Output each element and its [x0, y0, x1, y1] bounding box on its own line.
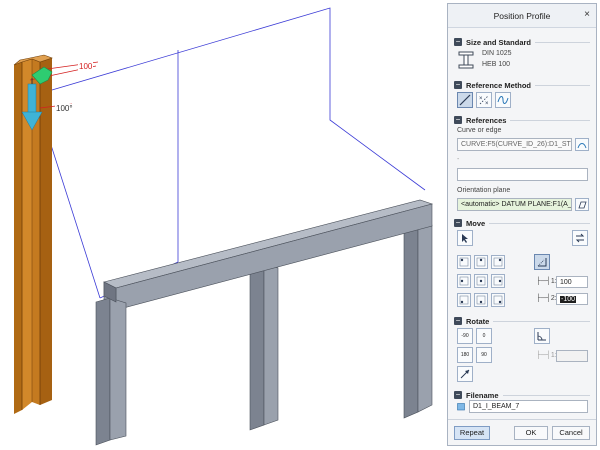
rotate-90-button[interactable]: 90	[476, 347, 492, 363]
section-heading: Move	[466, 218, 486, 228]
anchor-top-right-icon[interactable]	[491, 255, 505, 269]
dialog-titlebar[interactable]: Position Profile ×	[448, 4, 596, 28]
dialog-title: Position Profile	[493, 10, 551, 21]
section-divider	[489, 222, 590, 224]
footer-divider	[448, 419, 596, 420]
curve-select-icon[interactable]	[575, 138, 589, 151]
curve-edge-field[interactable]: CURVE:F5(CURVE_ID_26):D1_STEEL	[457, 138, 572, 151]
position-profile-dialog: Position Profile × − Size and Standard D…	[447, 3, 597, 446]
section-divider	[535, 84, 590, 86]
rotate-minus90-label: -90	[461, 333, 469, 339]
dimension-label-top[interactable]: 100	[78, 62, 94, 71]
orientation-plane-label: Orientation plane	[457, 187, 511, 194]
profile-size: HEB 100	[482, 61, 511, 68]
plane-select-icon[interactable]	[575, 198, 589, 211]
profile-standard: DIN 1025	[482, 50, 512, 57]
part-file-icon	[457, 402, 466, 411]
section-heading: Size and Standard	[466, 37, 532, 47]
anchor-bottom-right-icon[interactable]	[491, 293, 505, 307]
section-heading: Reference Method	[466, 80, 532, 90]
section-heading: Filename	[466, 390, 499, 400]
anchor-bottom-left-icon[interactable]	[457, 293, 471, 307]
second-reference-field[interactable]	[457, 168, 588, 181]
rotate-0-button[interactable]: 0	[476, 328, 492, 344]
offset-2-value: -100	[560, 296, 577, 303]
section-references[interactable]: − References	[454, 114, 590, 126]
curve-reference-icon[interactable]	[495, 92, 511, 108]
second-reference-label: -	[457, 156, 460, 163]
i-beam-profile-icon[interactable]	[456, 50, 476, 70]
model-graphics	[13, 7, 434, 446]
svg-text:×: ×	[485, 101, 489, 106]
collapse-icon[interactable]: −	[454, 38, 462, 46]
section-size-standard[interactable]: − Size and Standard	[454, 36, 590, 48]
model-viewport[interactable]: 100 100°	[0, 0, 446, 450]
rotate-180-button[interactable]: 180	[457, 347, 473, 363]
rotate-angle-field[interactable]	[556, 350, 588, 362]
section-divider	[493, 320, 590, 322]
section-heading: Rotate	[466, 316, 490, 326]
drag-move-icon[interactable]	[457, 230, 473, 246]
offset-2-label: ├─┤2:	[536, 295, 557, 302]
anchor-center-icon[interactable]	[474, 274, 488, 288]
orientation-plane-field[interactable]: <automatic> DATUM PLANE:F1(A_V	[457, 198, 572, 211]
rotate-free-icon[interactable]	[457, 366, 473, 382]
offset-mode-icon[interactable]	[534, 254, 550, 270]
repeat-button[interactable]: Repeat	[454, 426, 490, 440]
section-reference-method[interactable]: − Reference Method	[454, 79, 590, 91]
filename-field[interactable]: D1_I_BEAM_7	[469, 400, 588, 413]
anchor-middle-left-icon[interactable]	[457, 274, 471, 288]
frame-assembly[interactable]	[95, 199, 434, 446]
line-reference-icon[interactable]	[457, 92, 473, 108]
section-heading: References	[466, 115, 507, 125]
section-rotate[interactable]: − Rotate	[454, 315, 590, 327]
rotate-angle-icon[interactable]	[534, 328, 550, 344]
section-divider	[502, 394, 590, 396]
dimension-label-left[interactable]: 100°	[55, 104, 74, 113]
cancel-button[interactable]: Cancel	[552, 426, 590, 440]
anchor-top-center-icon[interactable]	[474, 255, 488, 269]
ok-button[interactable]: OK	[514, 426, 548, 440]
offset-1-field[interactable]: 100	[556, 276, 588, 288]
rotate-field-label: ├─┤1:	[536, 352, 557, 359]
anchor-bottom-center-icon[interactable]	[474, 293, 488, 307]
section-move[interactable]: − Move	[454, 217, 590, 229]
offset-2-field[interactable]: -100	[556, 293, 588, 305]
rotate-minus90-button[interactable]: -90	[457, 328, 473, 344]
anchor-top-left-icon[interactable]	[457, 255, 471, 269]
close-icon[interactable]: ×	[584, 9, 590, 20]
collapse-icon[interactable]: −	[454, 391, 462, 399]
curve-edge-label: Curve or edge	[457, 127, 502, 134]
offset-1-label: ├─┤1:	[536, 278, 557, 285]
collapse-icon[interactable]: −	[454, 81, 462, 89]
collapse-icon[interactable]: −	[454, 317, 462, 325]
collapse-icon[interactable]: −	[454, 219, 462, 227]
section-divider	[510, 119, 590, 121]
section-divider	[535, 41, 590, 43]
collapse-icon[interactable]: −	[454, 116, 462, 124]
rotate-180-label: 180	[460, 352, 470, 358]
svg-text:×: ×	[479, 96, 483, 102]
rotate-90-label: 90	[481, 352, 487, 358]
rotate-0-label: 0	[482, 333, 486, 339]
point-reference-icon[interactable]: × ×	[476, 92, 492, 108]
flip-icon[interactable]	[572, 230, 588, 246]
anchor-middle-right-icon[interactable]	[491, 274, 505, 288]
